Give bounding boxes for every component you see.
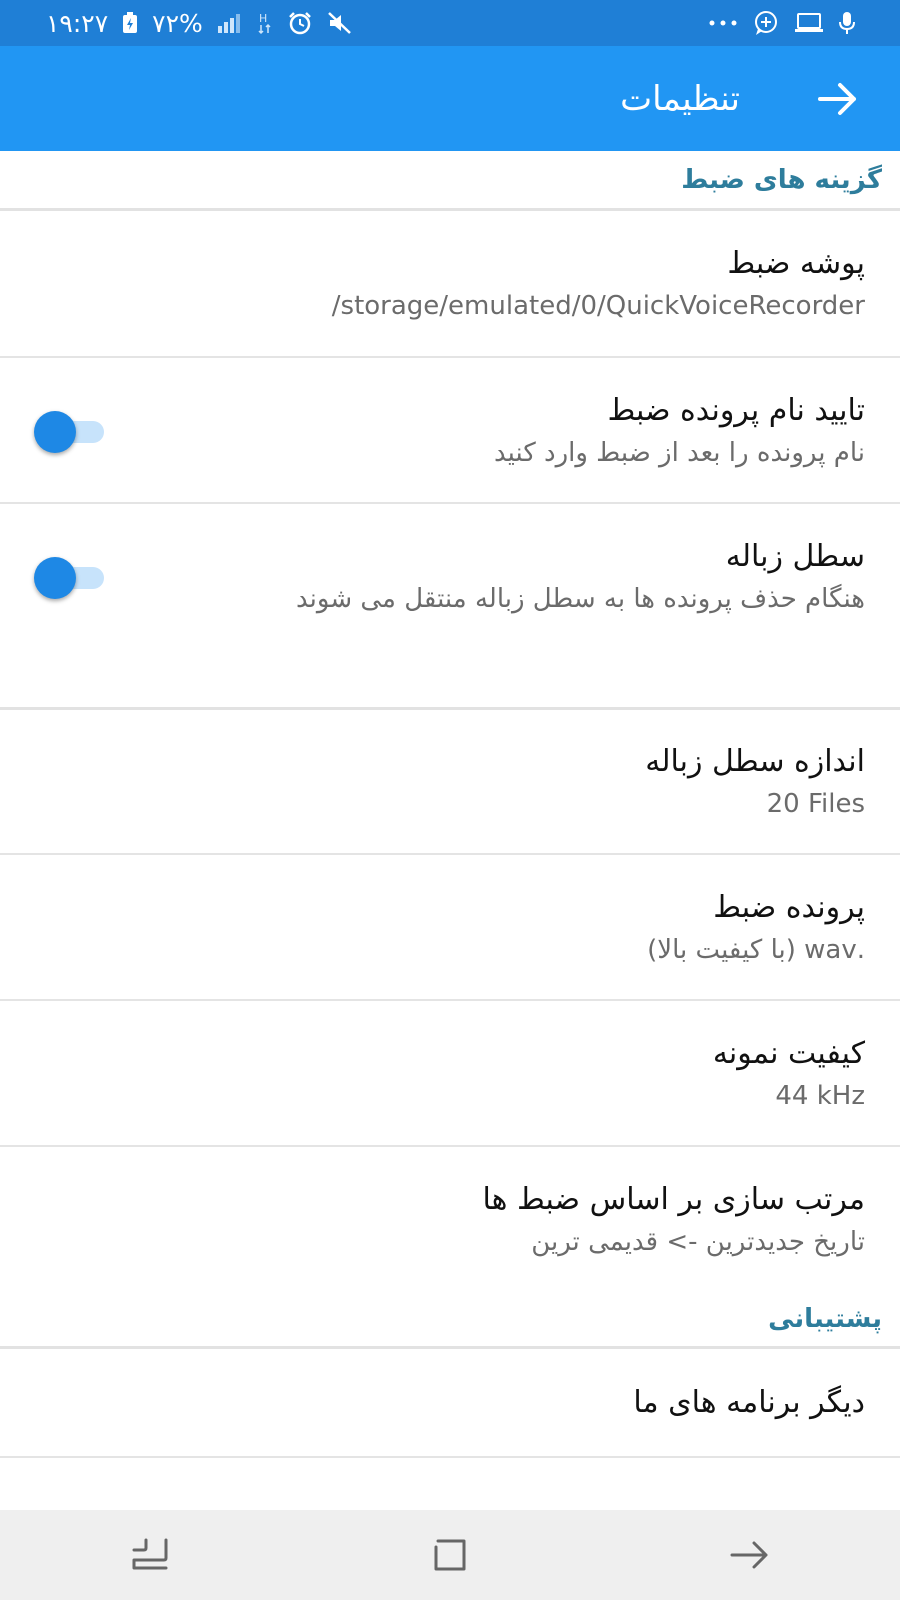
recent-apps-icon	[132, 1538, 168, 1570]
setting-text: دیگر برنامه های ما	[633, 1385, 865, 1420]
status-right	[708, 10, 856, 36]
setting-title: مرتب سازی بر اساس ضبط ها	[482, 1181, 865, 1217]
setting-text: سطل زباله هنگام حذف پرونده ها به سطل زبا…	[296, 539, 865, 614]
setting-value: 20 Files	[766, 789, 865, 819]
setting-record-format[interactable]: پرونده ضبط .wav (با کیفیت بالا)	[0, 855, 900, 999]
app-bar: تنظیمات	[0, 46, 900, 151]
setting-title: اندازه سطل زباله	[645, 744, 865, 779]
chat-add-icon	[752, 10, 780, 36]
setting-value: /storage/emulated/0/QuickVoiceRecorder	[331, 291, 865, 321]
setting-value: هنگام حذف پرونده ها به سطل زباله منتقل م…	[296, 583, 865, 614]
data-h-icon: H	[257, 11, 273, 35]
trash-switch[interactable]	[34, 556, 106, 599]
setting-recording-folder[interactable]: پوشه ضبط /storage/emulated/0/QuickVoiceR…	[0, 211, 900, 356]
setting-value: تاریخ جدیدترین -> قدیمی ترین	[531, 1226, 865, 1257]
setting-text: پوشه ضبط /storage/emulated/0/QuickVoiceR…	[332, 246, 865, 321]
switch-knob	[34, 557, 76, 599]
microphone-icon	[838, 11, 856, 35]
switch-knob	[34, 411, 76, 453]
status-time: ۱۹:۲۷	[46, 8, 109, 38]
setting-title: پرونده ضبط	[713, 889, 865, 925]
signal-icon	[217, 12, 243, 34]
section-header-recording: گزینه های ضبط	[681, 164, 882, 195]
setting-title: دیگر برنامه های ما	[633, 1385, 865, 1420]
alarm-icon	[287, 11, 313, 35]
setting-other-apps[interactable]: دیگر برنامه های ما	[0, 1349, 900, 1456]
home-icon	[434, 1539, 466, 1571]
status-left: ۱۹:۲۷ ۷۲% H	[46, 9, 353, 38]
setting-confirm-filename[interactable]: تایید نام پرونده ضبط نام پرونده را بعد ا…	[0, 358, 900, 502]
divider	[0, 1456, 900, 1458]
laptop-icon	[794, 12, 824, 34]
more-notifications-icon	[708, 18, 738, 28]
arrow-right-icon	[818, 82, 856, 115]
svg-text:H: H	[259, 12, 267, 25]
setting-sample-rate[interactable]: کیفیت نمونه 44 kHz	[0, 1001, 900, 1145]
setting-value: 44 kHz	[775, 1080, 865, 1111]
mute-icon	[327, 11, 353, 35]
setting-trash[interactable]: سطل زباله هنگام حذف پرونده ها به سطل زبا…	[0, 504, 900, 648]
navigation-bar	[0, 1510, 900, 1600]
battery-percent: ۷۲%	[152, 8, 203, 38]
setting-trash-size[interactable]: اندازه سطل زباله 20 Files	[0, 710, 900, 853]
battery-icon	[122, 12, 138, 34]
section-header-support: پشتیبانی	[768, 1303, 882, 1334]
setting-title: سطل زباله	[725, 538, 865, 574]
home-button[interactable]	[410, 1525, 490, 1585]
recent-apps-button[interactable]	[110, 1525, 190, 1585]
setting-sort-order[interactable]: مرتب سازی بر اساس ضبط ها تاریخ جدیدترین …	[0, 1147, 900, 1291]
setting-title: پوشه ضبط	[727, 246, 865, 281]
setting-title: کیفیت نمونه	[712, 1035, 865, 1071]
setting-value: .wav (با کیفیت بالا)	[647, 934, 865, 965]
back-button[interactable]	[818, 81, 858, 117]
status-bar: ۱۹:۲۷ ۷۲% H	[0, 0, 900, 46]
page-title: تنظیمات	[620, 78, 740, 119]
setting-text: پرونده ضبط .wav (با کیفیت بالا)	[647, 890, 865, 965]
settings-list: گزینه های ضبط پوشه ضبط /storage/emulated…	[0, 151, 900, 1510]
back-arrow-icon	[730, 1541, 768, 1569]
setting-title: تایید نام پرونده ضبط	[607, 392, 865, 428]
setting-text: کیفیت نمونه 44 kHz	[713, 1036, 865, 1111]
setting-text: تایید نام پرونده ضبط نام پرونده را بعد ا…	[494, 393, 865, 468]
setting-value: نام پرونده را بعد از ضبط وارد کنید	[494, 437, 865, 468]
nav-back-button[interactable]	[710, 1525, 790, 1585]
confirm-filename-switch[interactable]	[34, 410, 106, 453]
setting-text: اندازه سطل زباله 20 Files	[645, 744, 865, 819]
setting-text: مرتب سازی بر اساس ضبط ها تاریخ جدیدترین …	[483, 1182, 865, 1257]
